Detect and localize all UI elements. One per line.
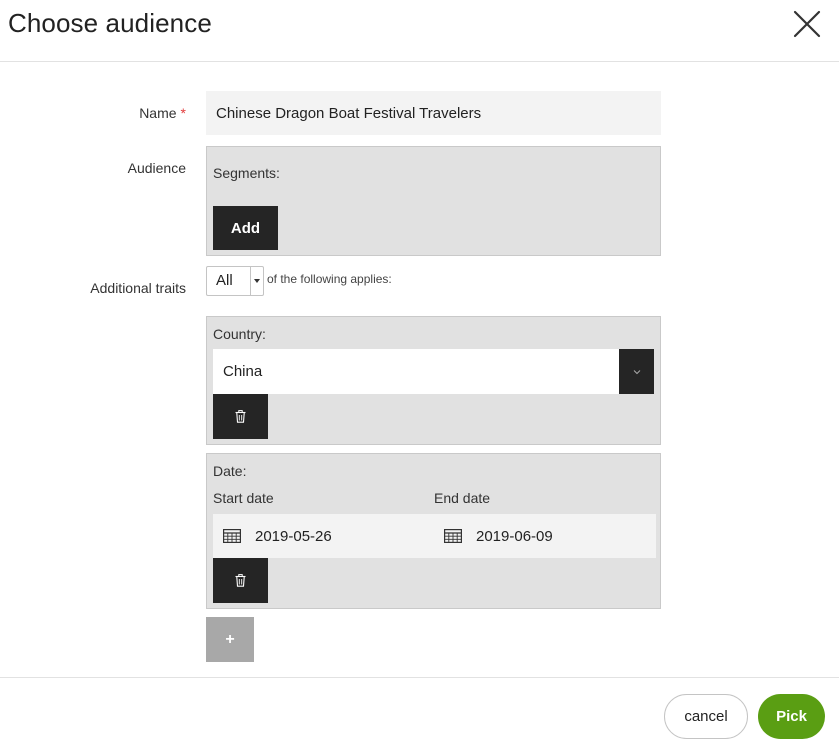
traits-operator-select[interactable]: All [206, 266, 264, 296]
dialog-header: Choose audience [0, 0, 839, 62]
dialog-footer: cancel Pick [0, 677, 839, 746]
end-date-value: 2019-06-09 [476, 527, 553, 545]
close-button[interactable] [792, 9, 822, 39]
segments-label: Segments: [213, 165, 280, 181]
additional-traits-label: Additional traits [90, 280, 186, 296]
trash-icon [235, 574, 246, 587]
trash-icon [235, 410, 246, 423]
add-trait-button[interactable]: + [206, 617, 254, 662]
country-value: China [223, 363, 263, 380]
traits-suffix-text: of the following applies: [267, 272, 392, 286]
cancel-button[interactable]: cancel [664, 694, 748, 739]
name-input[interactable] [206, 91, 661, 135]
name-label-text: Name [139, 105, 177, 121]
chevron-down-icon [619, 349, 654, 394]
date-label: Date: [213, 463, 247, 479]
name-label: Name * [100, 105, 186, 121]
segments-panel: Segments: Add [206, 146, 661, 256]
end-date-label: End date [434, 490, 491, 506]
date-range-row: 2019-05-26 2019-06-09 [213, 514, 656, 558]
delete-country-trait-button[interactable] [213, 394, 268, 439]
country-trait-panel: Country: China [206, 316, 661, 445]
calendar-icon [444, 529, 462, 543]
start-date-value: 2019-05-26 [255, 527, 332, 545]
chevron-down-icon [250, 267, 263, 295]
country-select[interactable]: China [213, 349, 654, 394]
country-label: Country: [213, 326, 266, 342]
start-date-label: Start date [213, 490, 274, 506]
required-marker: * [180, 105, 186, 121]
audience-label: Audience [127, 160, 186, 176]
calendar-icon [223, 529, 241, 543]
traits-operator-value: All [216, 272, 233, 289]
close-icon [793, 10, 821, 38]
end-date-field[interactable]: 2019-06-09 [444, 514, 553, 558]
add-segment-button[interactable]: Add [213, 206, 278, 250]
dialog-title: Choose audience [8, 8, 212, 38]
delete-date-trait-button[interactable] [213, 558, 268, 603]
pick-button[interactable]: Pick [758, 694, 825, 739]
date-trait-panel: Date: Start date End date 2019-05-26 201… [206, 453, 661, 609]
start-date-field[interactable]: 2019-05-26 [223, 514, 332, 558]
